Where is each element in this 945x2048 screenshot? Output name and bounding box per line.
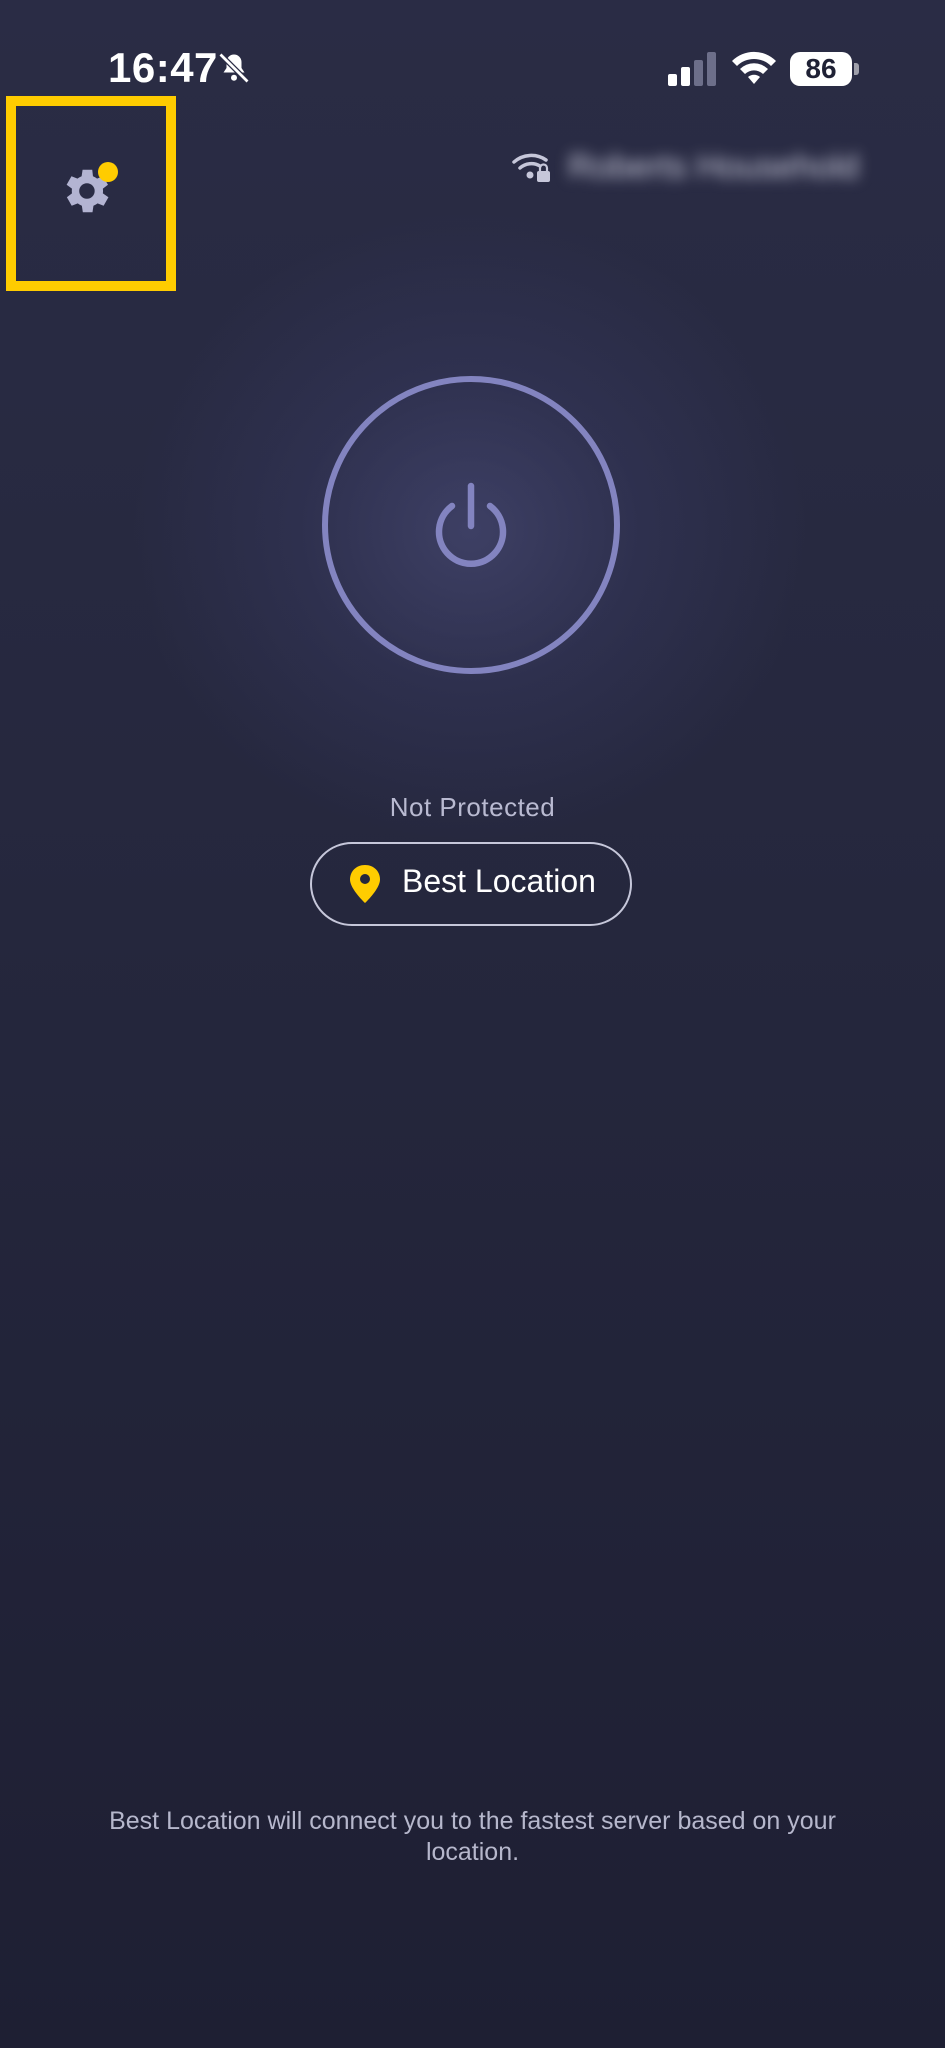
location-pin-icon [350, 865, 380, 903]
wifi-lock-icon [512, 153, 550, 182]
cellular-signal-icon [668, 52, 716, 86]
best-location-note: Best Location will connect you to the fa… [109, 1807, 836, 1866]
settings-button[interactable] [6, 96, 176, 291]
protection-status: Not Protected [389, 792, 556, 822]
wifi-icon [732, 51, 776, 84]
network-name: Roberts Household [568, 148, 860, 186]
bell-slash-icon [218, 52, 250, 84]
location-button[interactable]: Best Location [310, 842, 632, 926]
notification-dot [98, 162, 118, 182]
power-button[interactable] [322, 376, 620, 674]
status-time: 16:47 [108, 44, 218, 91]
location-label: Best Location [402, 863, 596, 899]
battery-indicator: 86 [790, 52, 852, 86]
power-icon [435, 482, 507, 567]
battery-tip [854, 63, 859, 75]
